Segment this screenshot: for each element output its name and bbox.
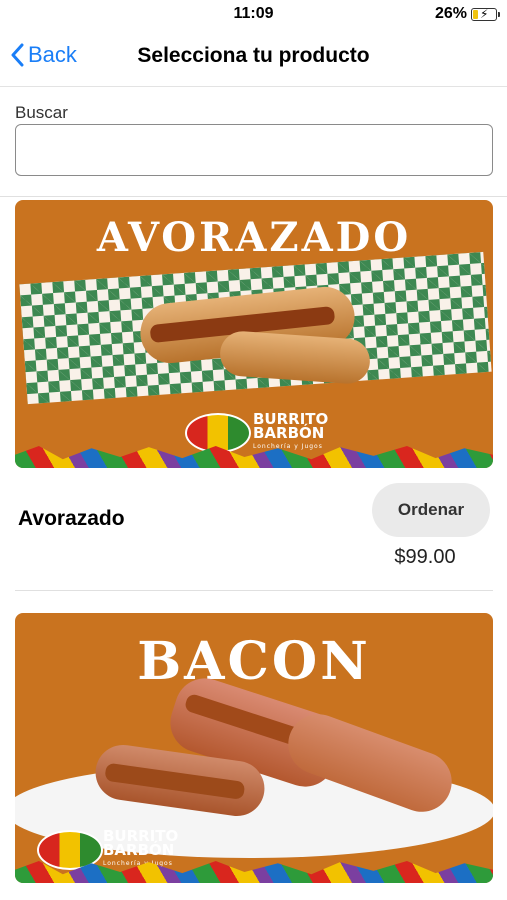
status-bar: 11:09 26% ⚡ [0, 0, 507, 30]
search-input[interactable] [15, 124, 493, 176]
battery-fill [473, 9, 478, 19]
order-button[interactable]: Ordenar [372, 483, 490, 537]
battery-indicator: 26% ⚡ [434, 5, 500, 23]
product-image-avorazado[interactable]: AVORAZADO BURRITO BARBÓN Lonchería y Jug… [15, 200, 493, 468]
navigation-bar: Back Selecciona tu producto [0, 30, 507, 87]
page-title: Selecciona tu producto [137, 44, 370, 67]
image-banner-text: AVORAZADO [96, 214, 412, 261]
charging-bolt-icon: ⚡ [480, 6, 489, 21]
brand-logo-text: BURRITO BARBÓN Lonchería y Jugos [103, 829, 178, 871]
divider [15, 590, 493, 591]
battery-icon: ⚡ [471, 6, 500, 21]
product-name: Avorazado [18, 507, 125, 530]
image-banner-text: BACON [137, 631, 371, 692]
brand-logo-text: BURRITO BARBÓN Lonchería y Jugos [253, 412, 328, 454]
search-label: Buscar [15, 103, 68, 122]
battery-percent: 26% [434, 5, 467, 22]
status-time: 11:09 [233, 5, 274, 22]
divider [0, 196, 507, 197]
product-price: $99.00 [394, 546, 456, 568]
product-image-bacon[interactable]: BACON BURRITO BARBÓN Lonchería y Jugos [15, 613, 493, 883]
